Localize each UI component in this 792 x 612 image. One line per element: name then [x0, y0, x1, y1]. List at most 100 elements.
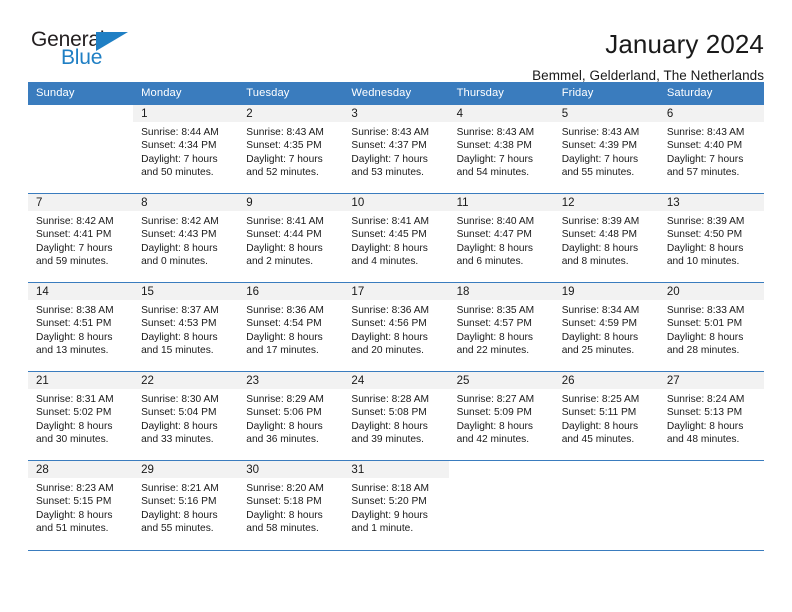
day-number: 1	[133, 105, 239, 122]
day-number: 16	[238, 283, 344, 300]
daylight-line-1: Daylight: 8 hours	[36, 509, 113, 521]
day-cell[interactable]: 26 Sunrise: 8:25 AM Sunset: 5:11 PM Dayl…	[553, 371, 659, 461]
weekday-header-tuesday: Tuesday	[238, 82, 344, 105]
day-details: Sunrise: 8:20 AM Sunset: 5:18 PM Dayligh…	[238, 478, 343, 535]
daylight-line-1: Daylight: 8 hours	[351, 420, 428, 432]
sunset-line: Sunset: 4:37 PM	[351, 140, 427, 152]
day-number: 19	[553, 283, 659, 300]
day-number: 20	[658, 283, 764, 300]
week-row: 21 Sunrise: 8:31 AM Sunset: 5:02 PM Dayl…	[28, 371, 764, 461]
sunrise-line: Sunrise: 8:41 AM	[351, 216, 430, 227]
day-details: Sunrise: 8:42 AM Sunset: 4:43 PM Dayligh…	[133, 211, 238, 268]
day-cell[interactable]: 5 Sunrise: 8:43 AM Sunset: 4:39 PM Dayli…	[553, 104, 659, 194]
day-cell[interactable]: 31 Sunrise: 8:18 AM Sunset: 5:20 PM Dayl…	[343, 460, 449, 550]
day-cell[interactable]: 29 Sunrise: 8:21 AM Sunset: 5:16 PM Dayl…	[133, 460, 239, 550]
calendar-header-row: Sunday Monday Tuesday Wednesday Thursday…	[28, 82, 764, 105]
day-cell[interactable]: 1 Sunrise: 8:44 AM Sunset: 4:34 PM Dayli…	[133, 104, 239, 194]
day-cell[interactable]: 25 Sunrise: 8:27 AM Sunset: 5:09 PM Dayl…	[448, 371, 554, 461]
logo-text-blue: Blue	[61, 46, 103, 69]
day-cell[interactable]: 30 Sunrise: 8:20 AM Sunset: 5:18 PM Dayl…	[238, 460, 344, 550]
daylight-line-2: and 4 minutes.	[351, 255, 419, 267]
day-number	[449, 461, 554, 478]
sunrise-line: Sunrise: 8:36 AM	[246, 305, 324, 316]
daylight-line-2: and 50 minutes.	[141, 166, 214, 178]
sunset-line: Sunset: 4:35 PM	[246, 140, 322, 152]
day-details: Sunrise: 8:27 AM Sunset: 5:09 PM Dayligh…	[449, 389, 554, 446]
day-cell[interactable]: 22 Sunrise: 8:30 AM Sunset: 5:04 PM Dayl…	[133, 371, 239, 461]
weekday-header-wednesday: Wednesday	[343, 82, 449, 105]
day-details: Sunrise: 8:41 AM Sunset: 4:45 PM Dayligh…	[343, 211, 448, 268]
day-cell[interactable]: 13 Sunrise: 8:39 AM Sunset: 4:50 PM Dayl…	[658, 193, 764, 283]
day-cell[interactable]: 20 Sunrise: 8:33 AM Sunset: 5:01 PM Dayl…	[658, 282, 764, 372]
day-cell[interactable]: 24 Sunrise: 8:28 AM Sunset: 5:08 PM Dayl…	[343, 371, 449, 461]
day-number: 26	[553, 372, 659, 389]
sunrise-line: Sunrise: 8:36 AM	[351, 305, 430, 316]
day-cell[interactable]: 11 Sunrise: 8:40 AM Sunset: 4:47 PM Dayl…	[448, 193, 554, 283]
sunrise-line: Sunrise: 8:43 AM	[666, 127, 745, 138]
day-cell[interactable]: 28 Sunrise: 8:23 AM Sunset: 5:15 PM Dayl…	[28, 460, 134, 550]
day-cell[interactable]: 19 Sunrise: 8:34 AM Sunset: 4:59 PM Dayl…	[553, 282, 659, 372]
daylight-line-2: and 45 minutes.	[561, 433, 635, 445]
day-cell[interactable]: 21 Sunrise: 8:31 AM Sunset: 5:02 PM Dayl…	[28, 371, 134, 461]
day-cell[interactable]: 12 Sunrise: 8:39 AM Sunset: 4:48 PM Dayl…	[553, 193, 659, 283]
day-details: Sunrise: 8:37 AM Sunset: 4:53 PM Dayligh…	[133, 300, 238, 357]
daylight-line-1: Daylight: 8 hours	[561, 331, 639, 343]
day-cell[interactable]: 9 Sunrise: 8:41 AM Sunset: 4:44 PM Dayli…	[238, 193, 344, 283]
day-cell[interactable]: 8 Sunrise: 8:42 AM Sunset: 4:43 PM Dayli…	[133, 193, 239, 283]
day-cell	[553, 460, 659, 550]
day-details: Sunrise: 8:40 AM Sunset: 4:47 PM Dayligh…	[449, 211, 554, 268]
day-details: Sunrise: 8:38 AM Sunset: 4:51 PM Dayligh…	[28, 300, 133, 357]
sunrise-sunset-calendar: Sunday Monday Tuesday Wednesday Thursday…	[28, 82, 764, 550]
day-number: 5	[553, 105, 659, 122]
day-cell[interactable]: 6 Sunrise: 8:43 AM Sunset: 4:40 PM Dayli…	[658, 104, 764, 194]
week-row: 1 Sunrise: 8:44 AM Sunset: 4:34 PM Dayli…	[28, 104, 764, 194]
general-blue-logo[interactable]: General Blue	[28, 28, 138, 76]
day-cell[interactable]: 15 Sunrise: 8:37 AM Sunset: 4:53 PM Dayl…	[133, 282, 239, 372]
daylight-line-1: Daylight: 7 hours	[246, 153, 323, 165]
sunset-line: Sunset: 4:38 PM	[456, 140, 532, 152]
sunrise-line: Sunrise: 8:43 AM	[456, 127, 535, 138]
sunrise-line: Sunrise: 8:33 AM	[666, 305, 745, 316]
day-number: 8	[133, 194, 239, 211]
day-cell[interactable]: 10 Sunrise: 8:41 AM Sunset: 4:45 PM Dayl…	[343, 193, 449, 283]
daylight-line-2: and 42 minutes.	[456, 433, 530, 445]
sunset-line: Sunset: 4:40 PM	[666, 140, 743, 152]
daylight-line-2: and 8 minutes.	[561, 255, 629, 267]
day-cell[interactable]: 16 Sunrise: 8:36 AM Sunset: 4:54 PM Dayl…	[238, 282, 344, 372]
sunset-line: Sunset: 5:13 PM	[666, 407, 743, 419]
sunset-line: Sunset: 5:11 PM	[561, 407, 637, 419]
daylight-line-1: Daylight: 7 hours	[561, 153, 639, 165]
week-row: 28 Sunrise: 8:23 AM Sunset: 5:15 PM Dayl…	[28, 460, 764, 550]
sunset-line: Sunset: 4:47 PM	[456, 229, 532, 241]
daylight-line-2: and 59 minutes.	[36, 255, 109, 267]
day-details: Sunrise: 8:43 AM Sunset: 4:38 PM Dayligh…	[449, 122, 554, 179]
sunset-line: Sunset: 5:02 PM	[36, 407, 112, 419]
day-cell[interactable]: 23 Sunrise: 8:29 AM Sunset: 5:06 PM Dayl…	[238, 371, 344, 461]
sunset-line: Sunset: 5:09 PM	[456, 407, 532, 419]
sunrise-line: Sunrise: 8:23 AM	[36, 483, 114, 494]
day-details: Sunrise: 8:43 AM Sunset: 4:35 PM Dayligh…	[238, 122, 343, 179]
daylight-line-1: Daylight: 8 hours	[456, 242, 534, 254]
day-cell[interactable]: 18 Sunrise: 8:35 AM Sunset: 4:57 PM Dayl…	[448, 282, 554, 372]
day-number	[28, 105, 133, 122]
day-details: Sunrise: 8:34 AM Sunset: 4:59 PM Dayligh…	[554, 300, 659, 357]
sunset-line: Sunset: 4:45 PM	[351, 229, 427, 241]
day-cell[interactable]: 2 Sunrise: 8:43 AM Sunset: 4:35 PM Dayli…	[238, 104, 344, 194]
sunrise-line: Sunrise: 8:44 AM	[141, 127, 219, 138]
sunrise-line: Sunrise: 8:29 AM	[246, 394, 324, 405]
day-cell[interactable]: 7 Sunrise: 8:42 AM Sunset: 4:41 PM Dayli…	[28, 193, 134, 283]
sunset-line: Sunset: 5:04 PM	[141, 407, 217, 419]
daylight-line-2: and 10 minutes.	[666, 255, 740, 267]
sunrise-line: Sunrise: 8:18 AM	[351, 483, 430, 494]
daylight-line-2: and 55 minutes.	[561, 166, 635, 178]
day-cell[interactable]: 3 Sunrise: 8:43 AM Sunset: 4:37 PM Dayli…	[343, 104, 449, 194]
daylight-line-1: Daylight: 8 hours	[666, 331, 744, 343]
day-cell[interactable]: 4 Sunrise: 8:43 AM Sunset: 4:38 PM Dayli…	[448, 104, 554, 194]
day-cell[interactable]: 27 Sunrise: 8:24 AM Sunset: 5:13 PM Dayl…	[658, 371, 764, 461]
day-number: 14	[28, 283, 134, 300]
daylight-line-1: Daylight: 8 hours	[141, 420, 218, 432]
day-cell[interactable]: 17 Sunrise: 8:36 AM Sunset: 4:56 PM Dayl…	[343, 282, 449, 372]
day-cell[interactable]: 14 Sunrise: 8:38 AM Sunset: 4:51 PM Dayl…	[28, 282, 134, 372]
sunrise-line: Sunrise: 8:37 AM	[141, 305, 219, 316]
sunset-line: Sunset: 5:06 PM	[246, 407, 322, 419]
